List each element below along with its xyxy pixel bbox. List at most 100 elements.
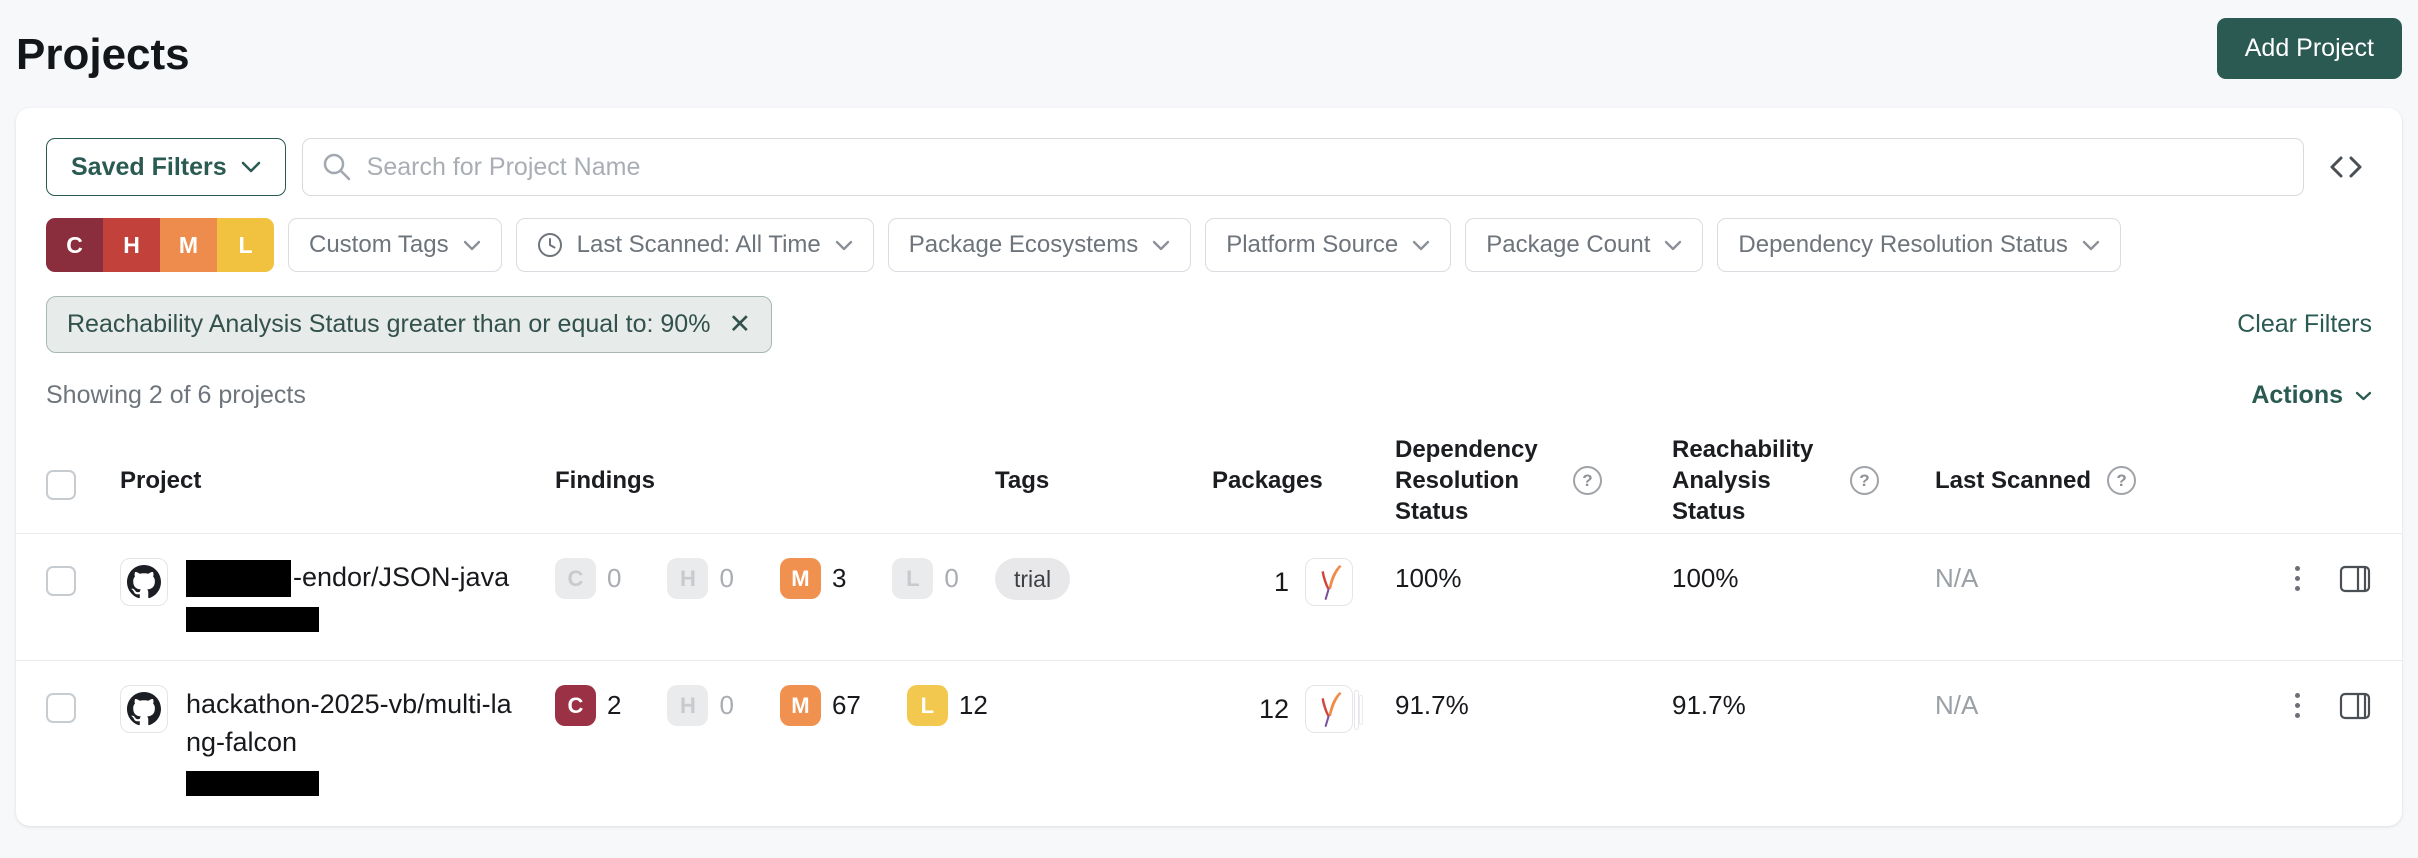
help-icon[interactable]: ? — [2107, 466, 2137, 495]
severity-filter-high[interactable]: H — [103, 218, 160, 272]
chevron-down-icon — [835, 240, 852, 250]
packages-cell: 1 — [1212, 558, 1395, 606]
filter-last-scanned[interactable]: Last Scanned: All Time — [515, 218, 874, 272]
kebab-menu-icon[interactable] — [2291, 562, 2304, 595]
summary-row: Showing 2 of 6 projects Actions — [16, 381, 2402, 410]
select-all-checkbox[interactable] — [46, 469, 76, 500]
row-checkbox[interactable] — [46, 693, 76, 724]
severity-filter-low[interactable]: L — [217, 218, 274, 272]
applied-filter-label: Reachability Analysis Status greater tha… — [67, 310, 711, 338]
redacted-text — [186, 607, 319, 633]
high-badge: H — [667, 685, 709, 727]
package-count: 12 — [1258, 693, 1289, 724]
filter-label: Package Count — [1486, 231, 1651, 258]
applied-filter-chip[interactable]: Reachability Analysis Status greater tha… — [46, 296, 773, 353]
high-count: 0 — [719, 563, 734, 593]
search-box — [301, 138, 2304, 196]
last-scanned-value: N/A — [1935, 690, 1979, 721]
filter-label: Package Ecosystems — [908, 231, 1139, 258]
chevron-down-icon — [463, 240, 480, 250]
findings-cell: C0 H0 M3 L0 — [555, 558, 995, 599]
maven-icon[interactable] — [1305, 558, 1353, 606]
low-badge: L — [892, 558, 934, 599]
search-toolbar: Saved Filters — [16, 138, 2402, 196]
saved-filters-label: Saved Filters — [71, 152, 227, 181]
filter-custom-tags[interactable]: Custom Tags — [288, 218, 502, 272]
filter-package-count[interactable]: Package Count — [1465, 218, 1704, 272]
severity-filter-critical[interactable]: C — [46, 218, 103, 272]
table-header: Project Findings Tags Packages Dependenc… — [16, 428, 2402, 534]
column-header-reachability-analysis-status: Reachability Analysis Status ? — [1672, 434, 1935, 528]
severity-filter: C H M L — [46, 218, 274, 272]
column-header-label: Reachability Analysis Status — [1672, 435, 1814, 526]
kebab-menu-icon[interactable] — [2291, 689, 2304, 722]
help-icon[interactable]: ? — [1573, 466, 1602, 495]
github-icon[interactable] — [120, 685, 168, 734]
medium-badge: M — [779, 685, 821, 727]
high-count: 0 — [719, 690, 734, 721]
filter-label: Dependency Resolution Status — [1738, 231, 2068, 258]
reachability-analysis-value: 91.7% — [1672, 690, 1746, 721]
medium-badge: M — [779, 558, 821, 599]
column-header-dependency-resolution-status: Dependency Resolution Status ? — [1395, 434, 1672, 528]
column-header-packages: Packages — [1212, 466, 1323, 494]
column-header-findings: Findings — [555, 466, 655, 494]
filter-platform-source[interactable]: Platform Source — [1205, 218, 1452, 272]
filter-label: Custom Tags — [309, 231, 449, 258]
maven-icon[interactable] — [1305, 685, 1353, 734]
filter-label: Platform Source — [1226, 231, 1399, 258]
page-title: Projects — [16, 30, 190, 79]
github-icon[interactable] — [120, 558, 168, 606]
add-project-button[interactable]: Add Project — [2216, 18, 2402, 79]
critical-badge: C — [555, 685, 596, 727]
severity-filter-medium[interactable]: M — [160, 218, 217, 272]
results-count: Showing 2 of 6 projects — [46, 381, 306, 409]
low-count: 12 — [958, 690, 988, 721]
filter-package-ecosystems[interactable]: Package Ecosystems — [887, 218, 1192, 272]
search-input[interactable] — [366, 152, 2285, 182]
findings-cell: C2 H0 M 67 L 12 — [555, 685, 995, 727]
high-badge: H — [667, 558, 709, 599]
remove-filter-icon[interactable]: ✕ — [728, 311, 751, 338]
low-badge: L — [906, 685, 948, 727]
projects-card: Saved Filters C H M L Custom Tags Last S… — [16, 108, 2402, 826]
chevron-down-icon — [1413, 240, 1430, 250]
actions-label: Actions — [2251, 381, 2343, 409]
top-bar: Projects Add Project — [0, 0, 2418, 80]
chevron-down-icon — [1153, 240, 1170, 250]
low-count: 0 — [944, 563, 959, 593]
chevron-down-icon — [1665, 240, 1682, 250]
clear-filters-button[interactable]: Clear Filters — [2237, 310, 2372, 339]
redacted-text — [186, 771, 319, 797]
medium-count: 67 — [831, 690, 861, 721]
code-view-toggle-icon[interactable] — [2320, 141, 2372, 193]
side-panel-icon[interactable] — [2338, 563, 2372, 595]
critical-count: 2 — [607, 690, 622, 721]
filters-row: C H M L Custom Tags Last Scanned: All Ti… — [16, 218, 2402, 272]
last-scanned-value: N/A — [1935, 563, 1979, 593]
filter-label: Last Scanned: All Time — [576, 231, 821, 258]
column-header-project: Project — [120, 466, 202, 494]
dependency-resolution-value: 91.7% — [1395, 690, 1469, 721]
column-header-tags: Tags — [995, 466, 1050, 494]
dependency-resolution-value: 100% — [1395, 563, 1462, 593]
package-count: 1 — [1273, 566, 1289, 597]
medium-count: 3 — [831, 563, 847, 593]
chevron-down-icon — [2355, 391, 2372, 400]
clock-icon — [537, 233, 562, 257]
filter-dependency-resolution-status[interactable]: Dependency Resolution Status — [1717, 218, 2121, 272]
search-icon — [323, 153, 350, 181]
table-row: hackathon-2025-vb/multi-lang-falcon C2 H… — [16, 660, 2402, 824]
chevron-down-icon — [2082, 240, 2100, 250]
help-icon[interactable]: ? — [1850, 466, 1879, 495]
row-checkbox[interactable] — [46, 566, 76, 596]
actions-button[interactable]: Actions — [2251, 381, 2372, 410]
side-panel-icon[interactable] — [2338, 690, 2372, 722]
redacted-text — [186, 560, 291, 598]
column-header-last-scanned: Last Scanned ? — [1935, 466, 2235, 495]
project-name[interactable]: hackathon-2025-vb/multi-lang-falcon — [186, 685, 521, 761]
critical-badge: C — [555, 558, 596, 599]
tag-pill: trial — [995, 558, 1071, 600]
project-name[interactable]: -endor/JSON-java — [186, 558, 521, 598]
saved-filters-button[interactable]: Saved Filters — [46, 138, 286, 196]
